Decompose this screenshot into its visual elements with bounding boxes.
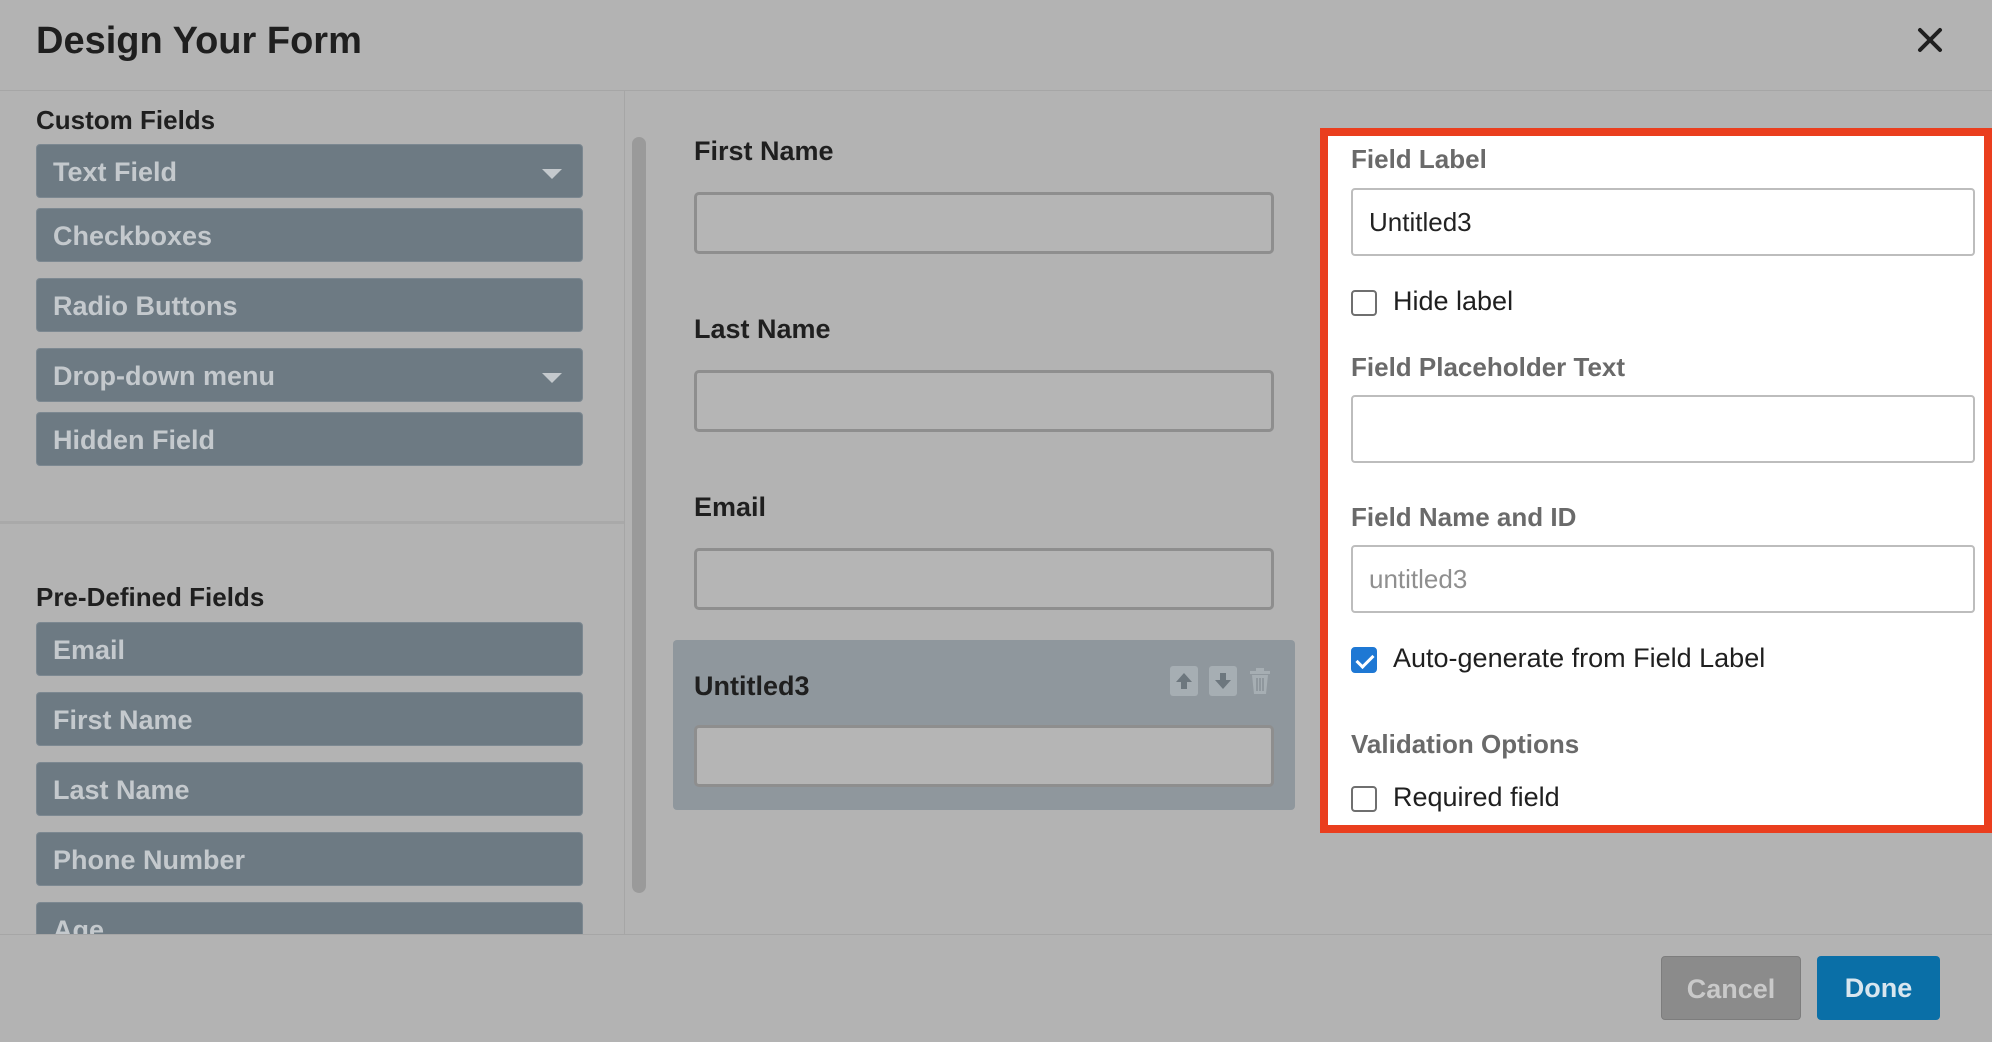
done-button[interactable]: Done	[1817, 956, 1940, 1020]
form-field-label-email: Email	[694, 492, 767, 522]
field-button-label: Hidden Field	[53, 425, 215, 455]
field-button-label: First Name	[53, 705, 193, 735]
predefined-field-phone-number[interactable]: Phone Number	[36, 832, 583, 886]
custom-field-text-field[interactable]: Text Field	[36, 144, 583, 198]
placeholder-title: Field Placeholder Text	[1351, 352, 1626, 382]
field-button-label: Text Field	[53, 157, 178, 187]
field-button-label: Radio Buttons	[53, 291, 238, 321]
auto-generate-text: Auto-generate from Field Label	[1393, 643, 1766, 673]
validation-options-title: Validation Options	[1351, 729, 1580, 759]
field-label-title: Field Label	[1351, 144, 1487, 174]
auto-generate-checkbox[interactable]	[1351, 647, 1377, 673]
field-name-id-input[interactable]	[1351, 545, 1975, 613]
form-field-label-last-name: Last Name	[694, 314, 831, 344]
form-field-input-first-name[interactable]	[694, 192, 1274, 254]
custom-field-hidden-field[interactable]: Hidden Field	[36, 412, 583, 466]
caret-down-icon	[542, 169, 562, 179]
field-name-id-title: Field Name and ID	[1351, 502, 1577, 532]
field-properties-panel: Field Label Hide label Field Placeholder…	[1320, 128, 1992, 833]
custom-field-dropdown[interactable]: Drop-down menu	[36, 348, 583, 402]
hide-label-text: Hide label	[1393, 286, 1514, 316]
form-field-input-email[interactable]	[694, 548, 1274, 610]
form-canvas: First Name Last Name Email Untitled3	[652, 91, 1316, 934]
predefined-field-last-name[interactable]: Last Name	[36, 762, 583, 816]
fields-sidebar: Custom Fields Text Field Checkboxes Radi…	[0, 91, 624, 934]
field-button-label: Checkboxes	[53, 221, 213, 251]
trash-icon[interactable]	[1246, 666, 1274, 696]
scrollbar-thumb[interactable]	[632, 137, 646, 893]
close-icon[interactable]	[1910, 20, 1950, 60]
placeholder-input[interactable]	[1351, 395, 1975, 463]
arrow-up-icon[interactable]	[1170, 666, 1198, 696]
hide-label-checkbox[interactable]	[1351, 290, 1377, 316]
required-field-text: Required field	[1393, 782, 1560, 812]
field-button-label: Phone Number	[53, 845, 246, 875]
selected-field-label: Untitled3	[694, 671, 810, 701]
custom-field-checkboxes[interactable]: Checkboxes	[36, 208, 583, 262]
form-field-input-last-name[interactable]	[694, 370, 1274, 432]
form-field-label-first-name: First Name	[694, 136, 834, 166]
field-button-label: Email	[53, 635, 126, 665]
predefined-fields-title: Pre-Defined Fields	[36, 582, 265, 612]
modal-footer: Cancel Done	[0, 934, 1992, 1042]
predefined-field-first-name[interactable]: First Name	[36, 692, 583, 746]
caret-down-icon	[542, 373, 562, 383]
field-button-label: Age	[53, 915, 105, 934]
required-field-checkbox[interactable]	[1351, 786, 1377, 812]
selected-field-input[interactable]	[694, 725, 1274, 787]
field-label-input[interactable]	[1351, 188, 1975, 256]
predefined-field-age[interactable]: Age	[36, 902, 583, 934]
modal-title: Design Your Form	[36, 20, 362, 62]
arrow-down-icon[interactable]	[1209, 666, 1237, 696]
field-button-label: Last Name	[53, 775, 190, 805]
predefined-field-email[interactable]: Email	[36, 622, 583, 676]
selected-form-field[interactable]: Untitled3	[673, 640, 1295, 810]
cancel-button[interactable]: Cancel	[1661, 956, 1801, 1020]
custom-fields-title: Custom Fields	[36, 105, 216, 135]
custom-field-radio-buttons[interactable]: Radio Buttons	[36, 278, 583, 332]
modal-header: Design Your Form	[0, 0, 1992, 91]
sidebar-scrollbar[interactable]	[624, 91, 652, 934]
sidebar-divider	[0, 521, 624, 524]
field-button-label: Drop-down menu	[53, 361, 275, 391]
